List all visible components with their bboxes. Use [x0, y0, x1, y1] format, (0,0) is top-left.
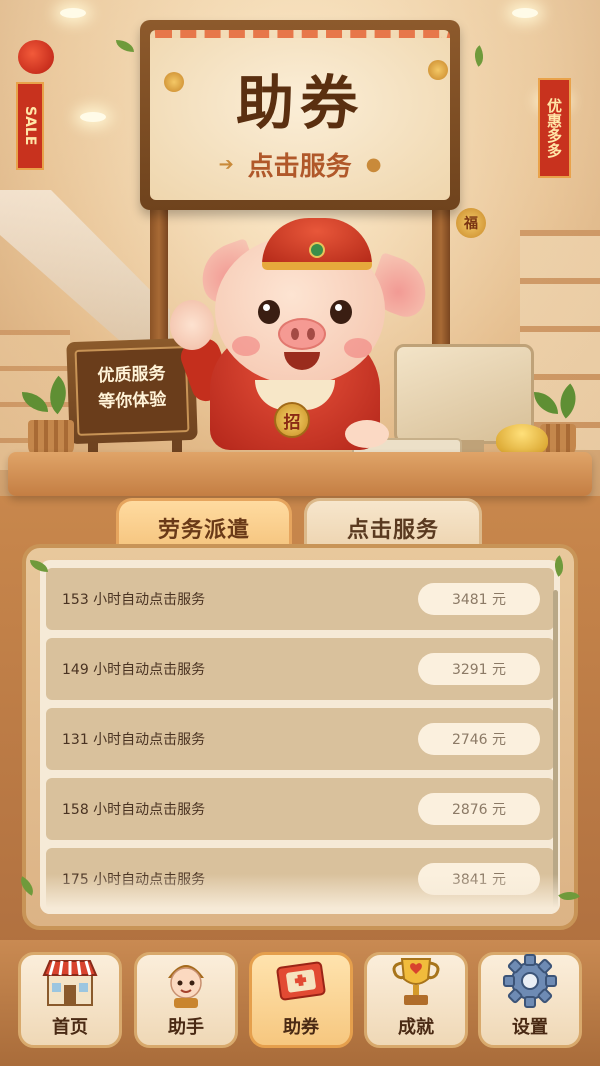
nav-achievement-button[interactable]: 成就 [364, 952, 468, 1048]
sign-post [150, 190, 168, 360]
price-button[interactable]: 3481 元 [418, 583, 540, 615]
mascot-badge: 招 [274, 402, 310, 438]
desk-sign-line1: 优质服务 [97, 363, 166, 387]
desk-sign: 优质服务 等你体验 [66, 337, 198, 445]
bottom-nav: 首页 助手 助券 成就 设置 [0, 940, 600, 1066]
price-button[interactable]: 2746 元 [418, 723, 540, 755]
nav-ticket-label: 助券 [283, 1017, 319, 1038]
nav-home-button[interactable]: 首页 [18, 952, 122, 1048]
list-scrollbar[interactable] [553, 590, 558, 910]
mascot-cheek [344, 338, 372, 358]
trophy-icon [386, 953, 446, 1009]
coin-icon: ● [365, 153, 382, 175]
ceiling-light [80, 112, 106, 122]
promo-banner: 优惠多多 [538, 78, 571, 178]
page-header-sign: 助券 ➔ 点击服务 ● [140, 20, 460, 210]
escalator [0, 190, 170, 340]
mascot-nostril [307, 328, 315, 340]
list-item[interactable]: 158 小时自动点击服务 2876 元 [46, 778, 554, 840]
sign-post [432, 190, 450, 360]
nav-assistant-label: 助手 [168, 1017, 204, 1038]
mascot-nostril [291, 328, 299, 340]
coin-decoration [164, 72, 184, 92]
page-subtitle: ➔ 点击服务 ● [219, 146, 382, 183]
nav-assistant-button[interactable]: 助手 [134, 952, 238, 1048]
nav-home-label: 首页 [52, 1017, 88, 1038]
service-label: 158 小时自动点击服务 [62, 802, 206, 818]
fortune-tag-icon: 福 [456, 208, 486, 238]
mascot-hand [345, 420, 389, 448]
list-fade-overlay [40, 874, 560, 914]
service-list: 153 小时自动点击服务 3481 元 149 小时自动点击服务 3291 元 … [46, 568, 554, 910]
nav-ticket-button[interactable]: 助券 [249, 952, 353, 1048]
service-label: 153 小时自动点击服务 [62, 592, 206, 608]
nav-settings-label: 设置 [512, 1017, 548, 1038]
ceiling-light [60, 8, 86, 18]
mascot-waving-hand [170, 300, 214, 350]
shop-icon [40, 953, 100, 1009]
arrow-right-icon: ➔ [218, 153, 234, 175]
service-label: 131 小时自动点击服务 [62, 732, 206, 748]
lantern-icon [18, 40, 54, 74]
hat-gem [309, 242, 325, 258]
gear-icon [500, 953, 560, 1009]
service-list-scroll-area[interactable]: 153 小时自动点击服务 3481 元 149 小时自动点击服务 3291 元 … [40, 560, 560, 914]
assistant-avatar-icon [156, 953, 216, 1009]
mascot-eye [258, 300, 280, 324]
service-label: 149 小时自动点击服务 [62, 662, 206, 678]
mascot-snout [278, 318, 326, 350]
price-button[interactable]: 3291 元 [418, 653, 540, 685]
price-button[interactable]: 2876 元 [418, 793, 540, 825]
page-title: 助券 [235, 68, 364, 137]
mascot-eye [330, 300, 352, 324]
service-list-panel: 153 小时自动点击服务 3481 元 149 小时自动点击服务 3291 元 … [22, 544, 578, 930]
counter-top [8, 452, 592, 496]
nav-settings-button[interactable]: 设置 [478, 952, 582, 1048]
coin-decoration [428, 60, 448, 80]
mascot-cheek [232, 336, 260, 356]
list-item[interactable]: 153 小时自动点击服务 3481 元 [46, 568, 554, 630]
desk-sign-line2: 等你体验 [98, 390, 167, 413]
ceiling-light [512, 8, 538, 18]
ticket-icon [271, 953, 331, 1009]
subtitle-text: 点击服务 [247, 151, 352, 182]
nav-achievement-label: 成就 [398, 1017, 434, 1038]
list-item[interactable]: 131 小时自动点击服务 2746 元 [46, 708, 554, 770]
list-item[interactable]: 149 小时自动点击服务 3291 元 [46, 638, 554, 700]
sale-banner: SALE [16, 82, 44, 170]
